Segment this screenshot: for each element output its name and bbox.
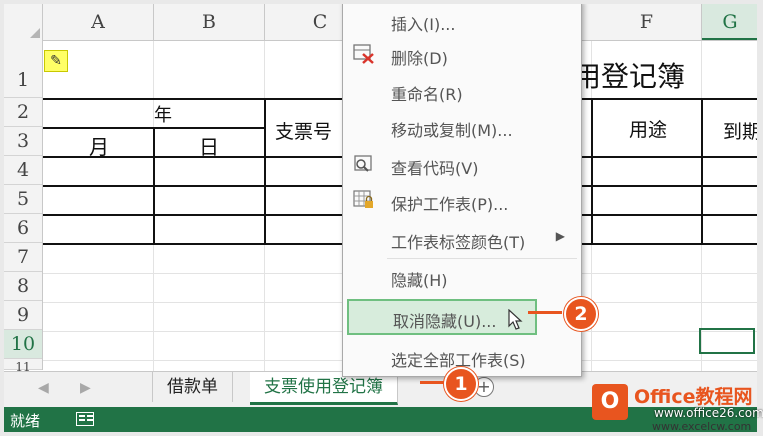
callout-1-connector xyxy=(420,381,446,384)
row-header-5[interactable]: 5 xyxy=(4,185,42,214)
row-header-10[interactable]: 10 xyxy=(4,330,42,359)
status-ready-text: 就绪 xyxy=(10,412,41,430)
column-header-a[interactable]: A xyxy=(43,4,154,40)
office-logo-icon: O xyxy=(592,384,628,420)
view-code-icon xyxy=(353,154,375,174)
menu-item-label: 删除(D) xyxy=(391,49,448,68)
year-header: 年 xyxy=(154,105,172,126)
menu-separator xyxy=(387,258,577,259)
column-header-g[interactable]: G xyxy=(702,4,757,40)
menu-item-label: 插入(I)... xyxy=(391,15,456,34)
paste-options-icon[interactable]: ✎ xyxy=(44,50,68,72)
menu-item-label: 取消隐藏(U)... xyxy=(393,312,497,331)
menu-item-label: 工作表标签颜色(T) xyxy=(391,233,526,252)
macro-record-icon[interactable] xyxy=(76,412,94,426)
row-header-4[interactable]: 4 xyxy=(4,156,42,185)
menu-item-move-copy[interactable]: 移动或复制(M)... xyxy=(343,111,581,141)
excel-window: A B C F G 1 2 3 4 5 6 7 8 9 10 11 用登记簿 年… xyxy=(4,4,757,432)
row-header-bar: 1 2 3 4 5 6 7 8 9 10 11 xyxy=(4,40,43,374)
row-header-8[interactable]: 8 xyxy=(4,272,42,301)
row-header-1[interactable]: 1 xyxy=(4,40,42,98)
row-header-7[interactable]: 7 xyxy=(4,243,42,272)
row-header-11[interactable]: 11 xyxy=(4,359,42,374)
cheque-number-header: 支票号 xyxy=(275,121,333,143)
menu-item-label: 移动或复制(M)... xyxy=(391,121,513,140)
protect-sheet-icon xyxy=(353,190,375,210)
sheet-tab-loan[interactable]: 借款单 xyxy=(152,372,233,402)
menu-item-label: 隐藏(H) xyxy=(391,271,448,290)
menu-item-view-code[interactable]: 查看代码(V) xyxy=(343,149,581,179)
sheet-title-text: 用登记簿 xyxy=(573,60,686,93)
callout-1: 1 xyxy=(444,367,478,401)
menu-item-label: 查看代码(V) xyxy=(391,159,479,178)
watermark-title: Office教程网 xyxy=(634,386,753,408)
watermark-url-1: www.office26.com xyxy=(654,406,763,420)
watermark-url-2: www.excelcw.com xyxy=(652,420,752,433)
select-all-corner[interactable] xyxy=(4,4,43,40)
sheet-tab-context-menu: 插入(I)... 删除(D) 重命名(R) 移动或复制(M)... 查看代码(V… xyxy=(342,4,582,377)
mouse-cursor-icon xyxy=(507,308,523,335)
callout-2-connector xyxy=(528,311,562,314)
menu-item-hide[interactable]: 隐藏(H) xyxy=(343,261,581,291)
row-header-3[interactable]: 3 xyxy=(4,127,42,156)
tab-scroll-prev-icon[interactable]: ◀ xyxy=(38,380,49,396)
due-date-header: 到期 xyxy=(723,121,757,143)
month-header: 月 xyxy=(89,135,109,159)
menu-item-rename[interactable]: 重命名(R) xyxy=(343,75,581,105)
day-header: 日 xyxy=(199,135,219,159)
menu-item-insert[interactable]: 插入(I)... xyxy=(343,5,581,35)
column-header-f[interactable]: F xyxy=(592,4,702,40)
use-header: 用途 xyxy=(628,119,667,141)
column-header-b[interactable]: B xyxy=(154,4,265,40)
callout-2: 2 xyxy=(564,297,598,331)
active-cell-g10[interactable] xyxy=(699,328,755,354)
row-header-6[interactable]: 6 xyxy=(4,214,42,243)
watermark: O Office教程网 www.office26.com www.excelcw… xyxy=(592,380,763,434)
delete-sheet-icon xyxy=(353,44,375,64)
menu-item-tab-color[interactable]: 工作表标签颜色(T) ▶ xyxy=(343,223,581,253)
menu-item-label: 重命名(R) xyxy=(391,85,463,104)
tab-scroll-next-icon[interactable]: ▶ xyxy=(80,380,91,396)
submenu-arrow-icon: ▶ xyxy=(555,229,565,243)
row-header-9[interactable]: 9 xyxy=(4,301,42,330)
menu-item-delete[interactable]: 删除(D) xyxy=(343,39,581,69)
menu-item-protect-sheet[interactable]: 保护工作表(P)... xyxy=(343,185,581,215)
menu-item-label: 保护工作表(P)... xyxy=(391,195,509,214)
row-header-2[interactable]: 2 xyxy=(4,98,42,127)
